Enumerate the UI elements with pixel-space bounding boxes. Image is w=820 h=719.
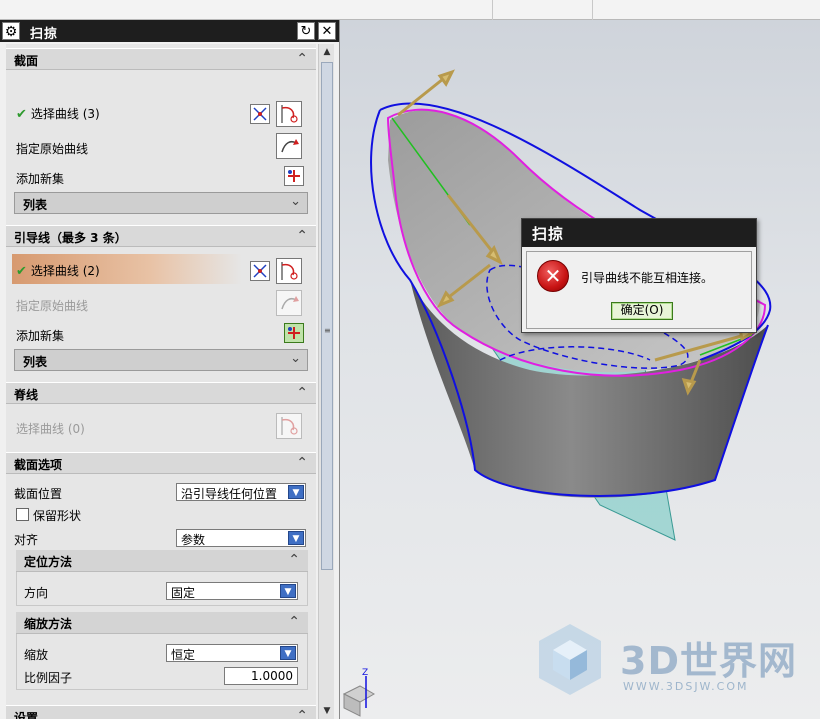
guide-select-curve[interactable]: ✔ 选择曲线 (2) [16, 262, 100, 279]
align-select[interactable]: 参数 ▼ [176, 529, 306, 547]
dropdown-arrow-icon[interactable]: ▼ [288, 485, 304, 499]
scale-factor-label: 比例因子 [24, 671, 73, 685]
guide-list-bar[interactable]: 列表 ⌄ [14, 349, 308, 371]
select-curve-icon[interactable] [276, 258, 302, 284]
sweep-dialog: ⚙ 扫掠 ↻ ✕ 截面 ⌃ ✔ 选择曲线 (3) 指定原始曲线 添加新集 列表 ⌄ [0, 20, 340, 719]
section-position-label: 截面位置 [14, 487, 63, 501]
section-header-label: 脊线 [14, 388, 39, 402]
align-value: 参数 [181, 533, 206, 547]
chevron-up-icon[interactable]: ⌃ [296, 455, 308, 471]
check-icon: ✔ [16, 107, 27, 122]
scale-select[interactable]: 恒定 ▼ [166, 644, 298, 662]
scale-factor-input[interactable]: 1.0000 [224, 667, 298, 685]
graphics-viewport[interactable] [340, 20, 820, 719]
section-list-label: 列表 [23, 198, 48, 212]
section-header-settings[interactable]: 设置 ⌃ [6, 705, 316, 719]
preserve-shape-label: 保留形状 [33, 509, 82, 523]
message-box-title: 扫掠 [522, 219, 756, 247]
direction-label: 方向 [24, 586, 49, 600]
top-toolbar [0, 0, 820, 20]
origin-curve-icon[interactable] [276, 133, 302, 159]
coordinate-triad: Z [342, 668, 376, 717]
select-curve-icon[interactable] [276, 101, 302, 127]
dialog-title-bar: ⚙ 扫掠 ↻ ✕ [0, 20, 339, 42]
scaling-header[interactable]: 缩放方法 ⌃ [16, 612, 308, 634]
curve-rule-icon[interactable] [250, 104, 270, 124]
scroll-down-icon[interactable]: ▼ [321, 705, 333, 717]
dialog-title: 扫掠 [30, 27, 59, 42]
sweep-model [370, 69, 772, 541]
dialog-content: 截面 ⌃ ✔ 选择曲线 (3) 指定原始曲线 添加新集 列表 ⌄ 引导线（最多 3… [6, 44, 316, 719]
add-set-icon[interactable] [284, 166, 304, 186]
reset-icon[interactable]: ↻ [297, 22, 315, 40]
origin-curve-icon [276, 290, 302, 316]
section-position-value: 沿引导线任何位置 [181, 487, 278, 501]
guide-add-new-set: 添加新集 [16, 329, 65, 343]
align-label: 对齐 [14, 533, 39, 547]
section-header-guide[interactable]: 引导线（最多 3 条） ⌃ [6, 225, 316, 247]
close-icon[interactable]: ✕ [318, 22, 336, 40]
dropdown-arrow-icon[interactable]: ▼ [280, 646, 296, 660]
error-message-box: 扫掠 ✕ 引导曲线不能互相连接。 确定(O) [521, 218, 757, 333]
toolbar-divider [592, 0, 593, 20]
preserve-shape-checkbox[interactable] [16, 508, 29, 521]
section-header-label: 设置 [14, 711, 39, 719]
gear-icon[interactable]: ⚙ [2, 22, 20, 40]
check-icon: ✔ [16, 264, 27, 279]
guide-specify-origin: 指定原始曲线 [16, 299, 89, 313]
watermark-logo [539, 624, 601, 695]
direction-select[interactable]: 固定 ▼ [166, 582, 298, 600]
curve-rule-icon[interactable] [250, 261, 270, 281]
section-header-label: 引导线（最多 3 条） [14, 231, 127, 245]
chevron-up-icon[interactable]: ⌃ [296, 51, 308, 67]
section-specify-origin: 指定原始曲线 [16, 142, 89, 156]
chevron-up-icon[interactable]: ⌃ [288, 552, 300, 568]
chevron-up-icon[interactable]: ⌃ [296, 228, 308, 244]
toolbar-divider [492, 0, 493, 20]
section-select-curve-label: 选择曲线 (3) [30, 107, 100, 121]
watermark-url: WWW.3DSJW.COM [623, 680, 749, 693]
chevron-up-icon[interactable]: ⌃ [288, 614, 300, 630]
add-set-icon[interactable] [284, 323, 304, 343]
guide-list-label: 列表 [23, 355, 48, 369]
section-header-section[interactable]: 截面 ⌃ [6, 48, 316, 70]
scale-label: 缩放 [24, 648, 49, 662]
section-header-spine[interactable]: 脊线 ⌃ [6, 382, 316, 404]
message-box-body: ✕ 引导曲线不能互相连接。 确定(O) [526, 251, 752, 329]
chevron-down-icon[interactable]: ⌄ [290, 351, 301, 366]
triad-z-label: Z [362, 668, 368, 678]
spine-select-curve: 选择曲线 (0) [16, 422, 85, 436]
section-header-section-options[interactable]: 截面选项 ⌃ [6, 452, 316, 474]
dropdown-arrow-icon[interactable]: ▼ [288, 531, 304, 545]
scale-value: 恒定 [171, 648, 196, 662]
orientation-header[interactable]: 定位方法 ⌃ [16, 550, 308, 572]
section-select-curve[interactable]: ✔ 选择曲线 (3) [16, 105, 100, 122]
select-curve-icon [276, 413, 302, 439]
error-icon: ✕ [537, 260, 569, 292]
dialog-scrollbar[interactable]: ▲ ≡ ▼ [318, 44, 334, 719]
message-text: 引导曲线不能互相连接。 [581, 271, 714, 285]
scrollbar-thumb[interactable] [321, 62, 333, 570]
watermark-brand: 3D世界网 [620, 639, 797, 683]
chevron-down-icon[interactable]: ⌄ [290, 194, 301, 209]
scroll-up-icon[interactable]: ▲ [321, 46, 333, 58]
direction-value: 固定 [171, 586, 196, 600]
section-header-label: 截面选项 [14, 458, 63, 472]
dropdown-arrow-icon[interactable]: ▼ [280, 584, 296, 598]
section-list-bar[interactable]: 列表 ⌄ [14, 192, 308, 214]
watermark: 3D世界网 WWW.3DSJW.COM [535, 622, 805, 702]
ok-button[interactable]: 确定(O) [611, 302, 673, 320]
scroll-grip-icon: ≡ [324, 326, 331, 335]
chevron-up-icon[interactable]: ⌃ [296, 708, 308, 719]
orientation-header-label: 定位方法 [24, 555, 73, 569]
section-add-new-set: 添加新集 [16, 172, 65, 186]
section-header-label: 截面 [14, 54, 39, 68]
scaling-header-label: 缩放方法 [24, 617, 73, 631]
chevron-up-icon[interactable]: ⌃ [296, 385, 308, 401]
guide-select-curve-label: 选择曲线 (2) [30, 264, 100, 278]
section-position-select[interactable]: 沿引导线任何位置 ▼ [176, 483, 306, 501]
